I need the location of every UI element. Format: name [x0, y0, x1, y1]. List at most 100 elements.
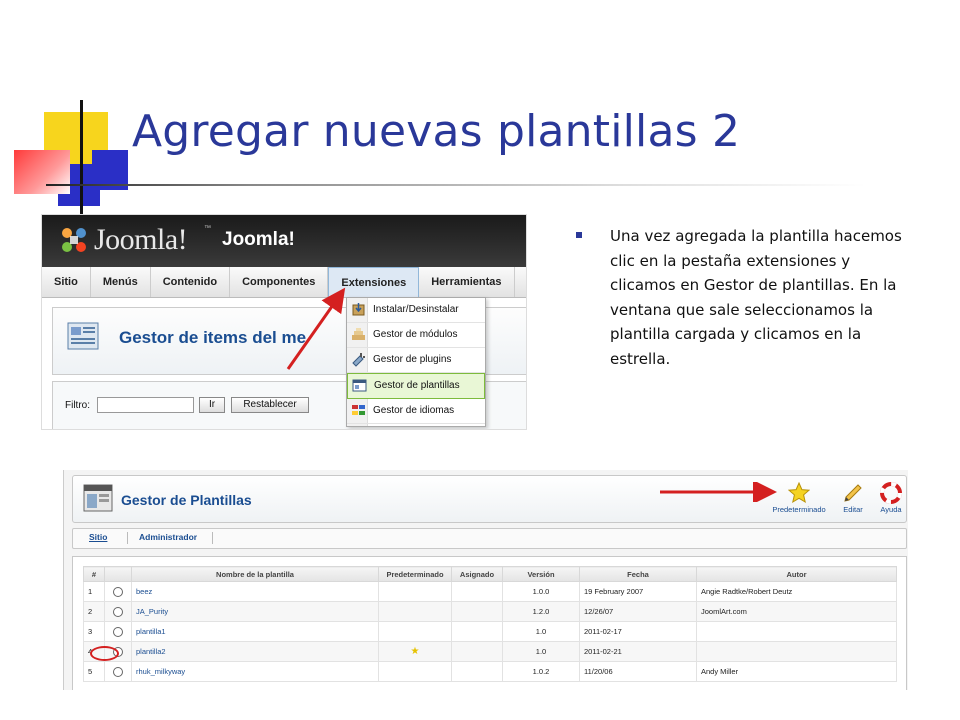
table-row: 5 rhuk_milkyway 1.0.2 11/20/06 Andy Mill…	[83, 661, 897, 682]
row-radio[interactable]	[113, 626, 123, 637]
row-date: 2011-02-21	[579, 641, 697, 662]
menu-sitio[interactable]: Sitio	[42, 267, 91, 297]
col-header-assigned[interactable]: Asignado	[451, 566, 503, 582]
table-row: 2 JA_Purity 1.2.0 12/26/07 JoomlArt.com	[83, 601, 897, 622]
menu-contenido[interactable]: Contenido	[151, 267, 231, 297]
bullet-text: Una vez agregada la plantilla hacemos cl…	[610, 227, 902, 368]
row-assigned	[451, 621, 503, 642]
joomla-logo-icon	[62, 228, 86, 252]
row-name-cell: plantilla1	[131, 621, 379, 642]
template-name-link[interactable]: JA_Purity	[136, 607, 168, 616]
table-row: 1 beez 1.0.0 19 February 2007 Angie Radt…	[83, 581, 897, 602]
col-header-num: #	[83, 566, 105, 582]
row-date: 19 February 2007	[579, 581, 697, 602]
row-assigned	[451, 641, 503, 662]
joomla-header: Joomla! ™ Joomla!	[42, 215, 526, 267]
row-date: 2011-02-17	[579, 621, 697, 642]
row-date: 12/26/07	[579, 601, 697, 622]
dropdown-item-install[interactable]: Instalar/Desinstalar	[347, 298, 485, 323]
row-select-cell	[104, 601, 132, 622]
row-author: Andy Miller	[696, 661, 897, 682]
admin-menubar: Sitio Menús Contenido Componentes Extens…	[42, 267, 526, 298]
templates-table-container: # Nombre de la plantilla Predeterminado …	[72, 556, 907, 690]
annotation-circle-radio	[90, 646, 119, 661]
row-version: 1.0	[502, 641, 580, 662]
menu-herramientas[interactable]: Herramientas	[419, 267, 515, 297]
row-author: Angie Radtke/Robert Deutz	[696, 581, 897, 602]
template-manager-icon	[83, 484, 113, 512]
modules-icon	[352, 328, 365, 340]
row-radio[interactable]	[113, 606, 123, 617]
dropdown-item-languages[interactable]: Gestor de idiomas	[347, 399, 485, 424]
row-default	[378, 661, 452, 682]
default-star-icon: ★	[410, 646, 420, 657]
languages-icon	[352, 405, 365, 415]
tab-administrador[interactable]: Administrador	[139, 532, 197, 542]
row-num: 3	[83, 621, 105, 642]
row-name-cell: rhuk_milkyway	[131, 661, 379, 682]
row-author	[696, 641, 897, 662]
dropdown-item-plugins[interactable]: Gestor de plugins	[347, 348, 485, 373]
row-radio[interactable]	[113, 666, 123, 677]
star-icon	[788, 482, 810, 504]
template-name-link[interactable]: beez	[136, 587, 152, 596]
col-header-name[interactable]: Nombre de la plantilla	[131, 566, 379, 582]
extensions-dropdown: Instalar/Desinstalar Gestor de módulos G…	[346, 297, 486, 427]
template-name-link[interactable]: plantilla1	[136, 627, 166, 636]
row-default	[378, 601, 452, 622]
template-name-link[interactable]: rhuk_milkyway	[136, 667, 185, 676]
row-name-cell: plantilla2	[131, 641, 379, 662]
help-button-label: Ayuda	[880, 505, 902, 514]
slide-title: Agregar nuevas plantillas 2	[132, 106, 741, 157]
bullet-paragraph: Una vez agregada la plantilla hacemos cl…	[574, 224, 904, 371]
plugins-icon	[352, 353, 365, 367]
decor-red-square	[14, 150, 70, 194]
tab-separator	[212, 532, 213, 544]
row-version: 1.0.2	[502, 661, 580, 682]
row-select-cell	[104, 621, 132, 642]
row-num: 5	[83, 661, 105, 682]
template-manager-screenshot: Gestor de Plantillas Predeterminado Edit…	[63, 470, 908, 690]
menu-componentes[interactable]: Componentes	[230, 267, 329, 297]
site-name: Joomla!	[222, 229, 295, 250]
row-select-cell	[104, 581, 132, 602]
menu-menus[interactable]: Menús	[91, 267, 151, 297]
filter-input[interactable]	[97, 397, 194, 413]
help-button[interactable]: Ayuda	[859, 482, 908, 518]
col-header-default[interactable]: Predeterminado	[378, 566, 452, 582]
filter-reset-button[interactable]: Restablecer	[231, 397, 309, 413]
templates-table: # Nombre de la plantilla Predeterminado …	[83, 566, 897, 682]
row-author: JoomlArt.com	[696, 601, 897, 622]
menu-manager-icon	[67, 322, 99, 350]
page-title: Gestor de items del me	[119, 328, 307, 347]
dropdown-item-modules[interactable]: Gestor de módulos	[347, 323, 485, 348]
filter-go-button[interactable]: Ir	[199, 397, 225, 413]
table-row: 4 plantilla2 ★ 1.0 2011-02-21	[83, 641, 897, 662]
col-header-version[interactable]: Versión	[502, 566, 580, 582]
title-underline	[46, 184, 866, 186]
tab-sitio[interactable]: Sitio	[89, 532, 107, 542]
joomla-admin-screenshot: Joomla! ™ Joomla! Sitio Menús Contenido …	[41, 214, 527, 430]
menu-extensiones[interactable]: Extensiones	[328, 267, 420, 297]
dropdown-item-label: Instalar/Desinstalar	[373, 304, 459, 315]
col-header-date[interactable]: Fecha	[579, 566, 697, 582]
dropdown-item-label: Gestor de idiomas	[373, 405, 455, 416]
row-radio[interactable]	[113, 586, 123, 597]
row-date: 11/20/06	[579, 661, 697, 682]
row-author	[696, 621, 897, 642]
joomla-logo-text: Joomla!	[94, 223, 188, 256]
row-name-cell: beez	[131, 581, 379, 602]
row-default: ★	[378, 641, 452, 662]
row-version: 1.0	[502, 621, 580, 642]
row-version: 1.2.0	[502, 601, 580, 622]
row-name-cell: JA_Purity	[131, 601, 379, 622]
col-header-author[interactable]: Autor	[696, 566, 897, 582]
template-name-link[interactable]: plantilla2	[136, 647, 166, 656]
templates-icon	[352, 379, 367, 392]
table-header-row: # Nombre de la plantilla Predeterminado …	[83, 566, 897, 582]
row-version: 1.0.0	[502, 581, 580, 602]
row-select-cell	[104, 661, 132, 682]
row-assigned	[451, 661, 503, 682]
install-icon	[352, 303, 365, 316]
dropdown-item-templates[interactable]: Gestor de plantillas	[347, 373, 485, 399]
